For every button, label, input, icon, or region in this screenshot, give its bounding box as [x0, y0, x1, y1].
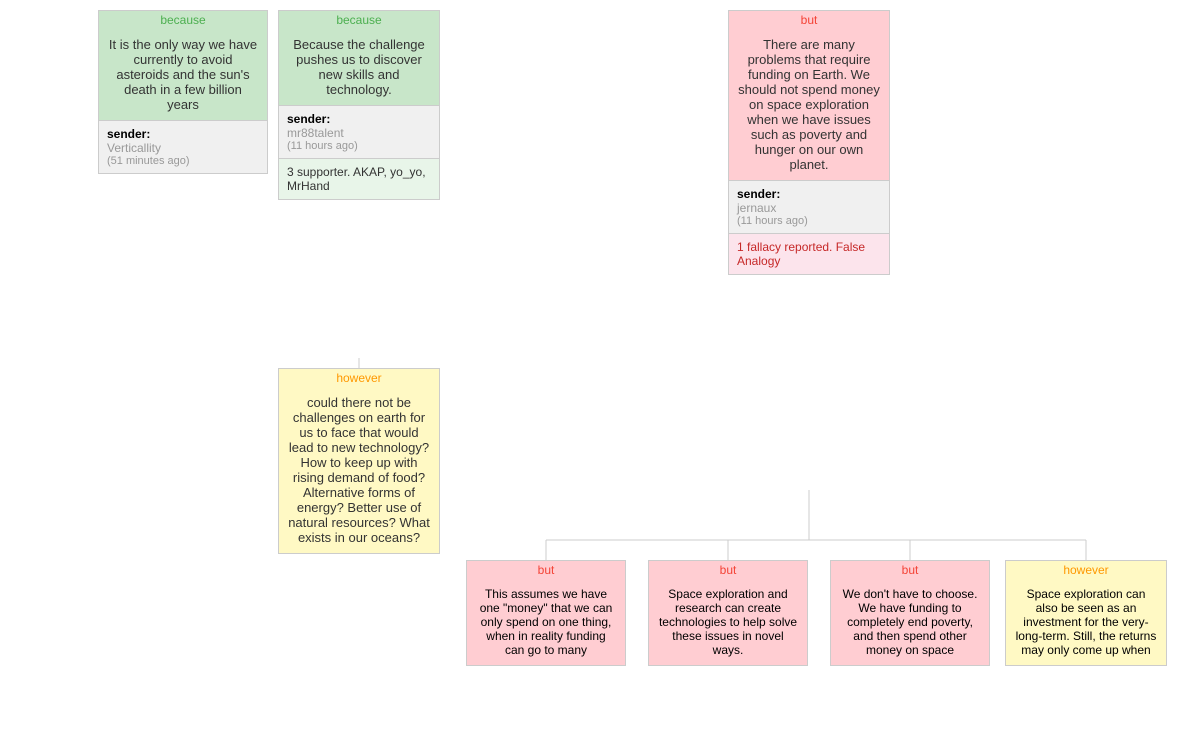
bottom-node-1: but This assumes we have one "money" tha…	[466, 560, 626, 666]
node-1: because It is the only way we have curre…	[98, 10, 268, 174]
node-3: however could there not be challenges on…	[278, 368, 440, 554]
label-however-bn4: however	[1006, 561, 1166, 579]
bottom-node-4: however Space exploration can also be se…	[1005, 560, 1167, 666]
label-but-4: but	[729, 11, 889, 29]
node-2: because Because the challenge pushes us …	[278, 10, 440, 200]
bottom-node-4-text: Space exploration can also be seen as an…	[1006, 579, 1166, 665]
sender-label-1: sender:	[107, 127, 259, 141]
label-because-1: because	[99, 11, 267, 29]
sender-name-1: Verticallity	[107, 141, 259, 155]
sender-time-2: (11 hours ago)	[287, 140, 431, 152]
node-2-supporters: 3 supporter. AKAP, yo_yo, MrHand	[279, 158, 439, 199]
label-because-2: because	[279, 11, 439, 29]
sender-label-2: sender:	[287, 112, 431, 126]
sender-time-1: (51 minutes ago)	[107, 155, 259, 167]
node-2-meta: sender: mr88talent (11 hours ago)	[279, 105, 439, 158]
sender-name-2: mr88talent	[287, 126, 431, 140]
bottom-node-1-text: This assumes we have one "money" that we…	[467, 579, 625, 665]
node-1-text: It is the only way we have currently to …	[99, 29, 267, 120]
node-2-text: Because the challenge pushes us to disco…	[279, 29, 439, 105]
sender-name-4: jernaux	[737, 201, 881, 215]
node-4-meta: sender: jernaux (11 hours ago)	[729, 180, 889, 233]
bottom-node-3-text: We don't have to choose. We have funding…	[831, 579, 989, 665]
label-but-bn1: but	[467, 561, 625, 579]
label-but-bn3: but	[831, 561, 989, 579]
label-but-bn2: but	[649, 561, 807, 579]
argument-map: because It is the only way we have curre…	[0, 0, 1182, 742]
node-4-text: There are many problems that require fun…	[729, 29, 889, 180]
label-however-3: however	[279, 369, 439, 387]
node-4: but There are many problems that require…	[728, 10, 890, 275]
bottom-node-3: but We don't have to choose. We have fun…	[830, 560, 990, 666]
bottom-node-2: but Space exploration and research can c…	[648, 560, 808, 666]
node-3-text: could there not be challenges on earth f…	[279, 387, 439, 553]
bottom-node-2-text: Space exploration and research can creat…	[649, 579, 807, 665]
node-4-fallacy: 1 fallacy reported. False Analogy	[729, 233, 889, 274]
node-1-meta: sender: Verticallity (51 minutes ago)	[99, 120, 267, 173]
sender-time-4: (11 hours ago)	[737, 215, 881, 227]
sender-label-4: sender:	[737, 187, 881, 201]
